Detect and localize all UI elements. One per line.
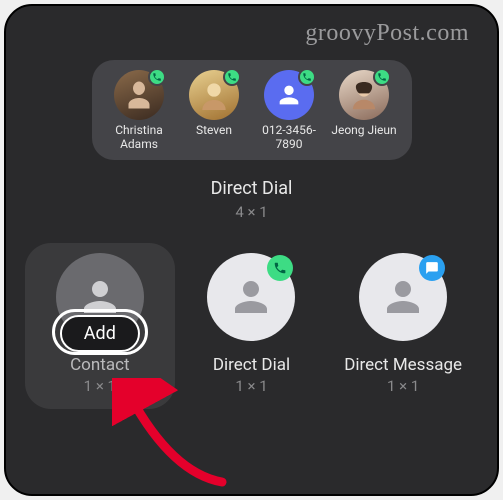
- widget-label: Contact: [70, 355, 129, 375]
- contact-name: Jeong Jieun: [331, 124, 396, 152]
- phone-icon: [298, 68, 316, 86]
- strip-size-label: 4 × 1: [16, 203, 487, 221]
- widget-contact-1x1[interactable]: Add Contact 1 × 1: [25, 243, 175, 409]
- widget-label: Direct Dial: [213, 355, 290, 375]
- widget-direct-message-1x1[interactable]: Direct Message 1 × 1: [328, 253, 478, 395]
- widget-row: Add Contact 1 × 1 Direct Dial 1 × 1: [16, 253, 487, 409]
- widget-picker-panel: groovyPost.com Christina Adams: [4, 4, 499, 496]
- direct-dial-4x1-preview[interactable]: Christina Adams Steven 0: [92, 60, 412, 160]
- message-icon: [419, 255, 445, 281]
- widget-label: Direct Message: [344, 355, 462, 375]
- contact-cell: Jeong Jieun: [331, 70, 398, 152]
- strip-caption: Direct Dial 4 × 1: [16, 178, 487, 221]
- watermark: groovyPost.com: [305, 20, 469, 47]
- phone-icon: [373, 68, 391, 86]
- widget-direct-dial-1x1[interactable]: Direct Dial 1 × 1: [176, 253, 326, 395]
- contact-name: Christina Adams: [106, 124, 173, 152]
- contact-cell: 012-3456-7890: [256, 70, 323, 152]
- contact-name: 012-3456-7890: [256, 124, 323, 152]
- contact-cell: Steven: [181, 70, 248, 152]
- widget-size-label: 1 × 1: [84, 377, 116, 395]
- add-button[interactable]: Add: [60, 315, 140, 352]
- widget-size-label: 1 × 1: [387, 377, 419, 395]
- contact-name: Steven: [196, 124, 232, 152]
- phone-icon: [148, 68, 166, 86]
- strip-title-label: Direct Dial: [16, 178, 487, 199]
- phone-icon: [223, 68, 241, 86]
- widget-size-label: 1 × 1: [235, 377, 267, 395]
- contact-cell: Christina Adams: [106, 70, 173, 152]
